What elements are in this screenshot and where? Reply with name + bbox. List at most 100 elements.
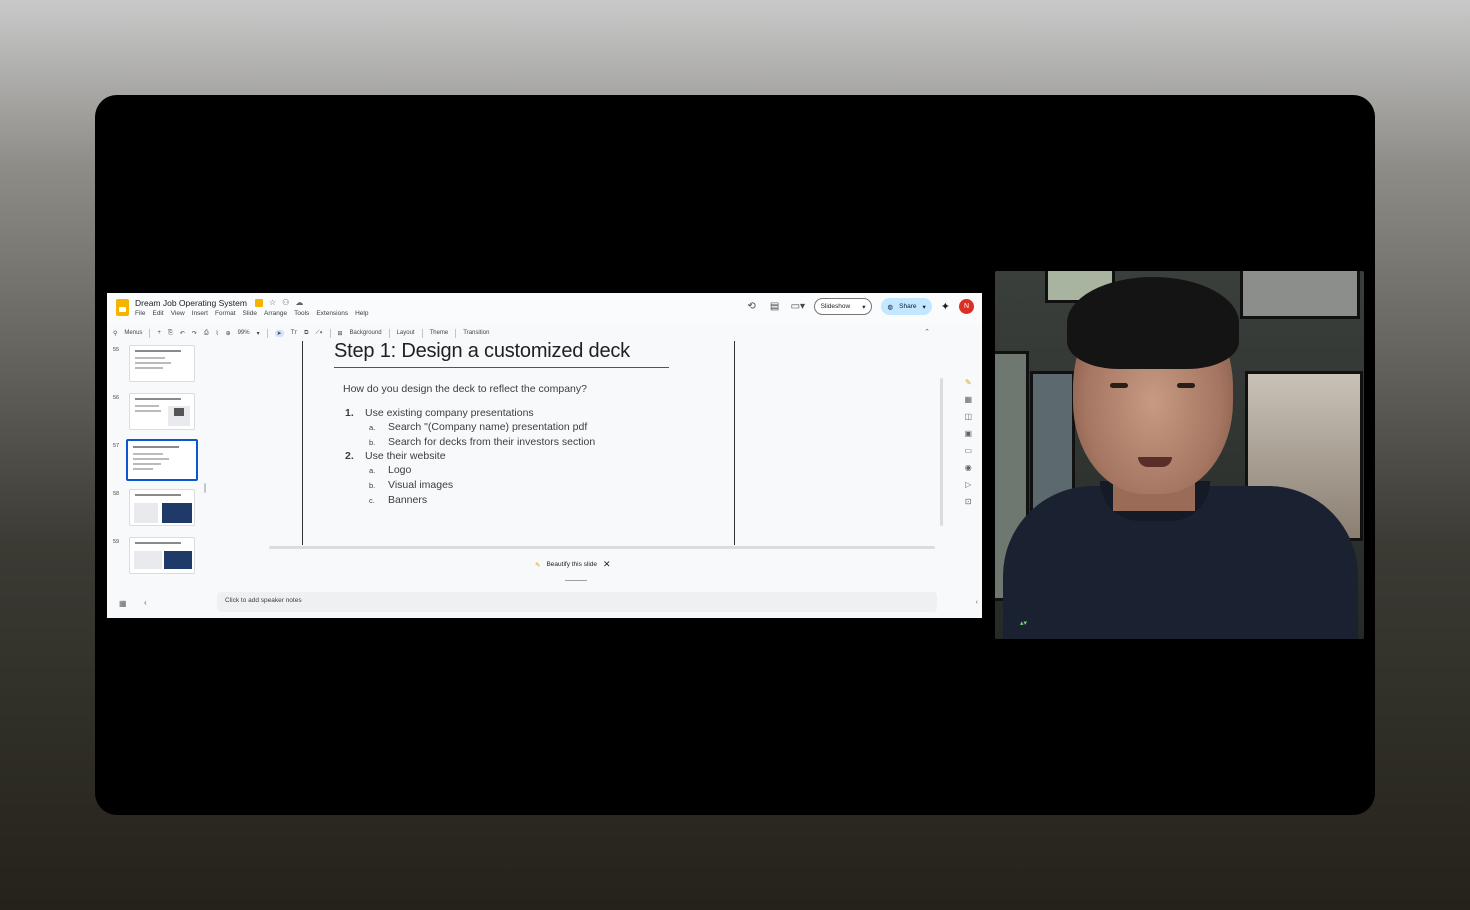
menu-arrange[interactable]: Arrange <box>264 310 287 317</box>
globe-icon: ◍ <box>887 303 894 311</box>
paint-format-icon[interactable]: ⌇ <box>216 330 219 337</box>
transition-button[interactable]: Transition <box>463 330 489 336</box>
new-slide-layout-icon[interactable]: ⎘ <box>168 330 173 337</box>
magic-pen-icon[interactable]: ✎ <box>965 378 972 387</box>
list-subitem[interactable]: b. Visual images <box>369 479 453 491</box>
document-title[interactable]: Dream Job Operating System <box>135 298 247 308</box>
slide-thumbnail[interactable] <box>129 489 195 526</box>
slide-thumbnail[interactable] <box>129 537 195 574</box>
zoom-icon[interactable]: ⊕ <box>226 330 231 337</box>
sub-text: Logo <box>388 464 412 476</box>
filmstrip-scrollbar[interactable] <box>204 483 206 493</box>
notes-placeholder: Click to add speaker notes <box>225 597 302 604</box>
share-button[interactable]: ◍ Share ▾ <box>881 298 932 315</box>
slides-logo-icon[interactable] <box>116 299 129 316</box>
list-subitem[interactable]: a. Search "(Company name) presentation pd… <box>369 421 587 433</box>
beautify-label: Beautify this slide <box>546 561 598 568</box>
menu-bar: File Edit View Insert Format Slide Arran… <box>135 310 368 317</box>
toolbar-divider <box>266 328 268 338</box>
list-subitem[interactable]: c. Banners <box>369 494 427 506</box>
slide-canvas: Step 1: Design a customized deck How do … <box>207 340 947 549</box>
menu-slide[interactable]: Slide <box>243 310 257 317</box>
line-icon[interactable]: ⟋▾ <box>315 330 322 337</box>
list-item[interactable]: 2. Use their website <box>345 450 446 462</box>
redo-icon[interactable]: ↷ <box>192 330 197 337</box>
avatar[interactable]: N <box>959 299 974 314</box>
search-icon[interactable]: ⚲ <box>113 330 117 337</box>
sub-letter: c. <box>369 496 375 505</box>
slideshow-button[interactable]: Slideshow ▾ <box>813 298 873 315</box>
list-subitem[interactable]: a. Logo <box>369 464 411 476</box>
beautify-chip[interactable]: ✎ Beautify this slide ✕ <box>535 559 611 570</box>
contacts-icon[interactable]: ▣ <box>964 429 972 438</box>
side-panel: ✎ ▦ ◫ ▣ ▭ ◉ ▷ ⊡ <box>964 378 972 506</box>
chevron-up-icon[interactable]: ⌃ <box>924 328 930 336</box>
menu-view[interactable]: View <box>171 310 185 317</box>
move-icon[interactable]: ⚇ <box>282 298 289 307</box>
speaker-notes[interactable]: Click to add speaker notes <box>217 592 937 612</box>
search-menus[interactable]: Menus <box>124 330 142 336</box>
select-cursor-icon[interactable]: ➤ <box>274 329 284 337</box>
text-box-icon[interactable]: Tт <box>291 330 297 336</box>
close-icon[interactable]: ✕ <box>603 559 611 570</box>
title-underline <box>334 367 669 368</box>
keep-icon[interactable]: ▦ <box>964 395 972 404</box>
vertical-scrollbar[interactable] <box>940 378 943 526</box>
slide-thumbnail-selected[interactable] <box>126 439 198 481</box>
slide-thumbnail[interactable] <box>129 345 195 382</box>
list-item[interactable]: 1. Use existing company presentations <box>345 407 534 419</box>
theme-button[interactable]: Theme <box>430 330 449 336</box>
chevron-left-icon[interactable]: ‹ <box>144 598 147 607</box>
chevron-down-icon[interactable]: ▾ <box>923 303 926 311</box>
zoom-level[interactable]: 99% <box>238 330 250 336</box>
new-slide-icon[interactable]: + <box>157 330 161 336</box>
sub-text: Banners <box>388 494 428 506</box>
add-on-icon[interactable]: ⊡ <box>965 497 972 506</box>
person-mouth <box>1138 457 1172 467</box>
sub-text: Visual images <box>388 479 454 491</box>
notes-resize-handle[interactable] <box>565 580 587 581</box>
present-icon[interactable]: ▷ <box>965 480 971 489</box>
gemini-spark-icon[interactable]: ✦ <box>941 300 950 313</box>
list-number: 1. <box>345 407 354 419</box>
layout-button[interactable]: Layout <box>397 330 415 336</box>
toolbar-divider <box>329 328 331 338</box>
history-icon[interactable]: ⟲ <box>745 301 759 312</box>
folder-icon[interactable]: ▭ <box>964 446 972 455</box>
menu-insert[interactable]: Insert <box>192 310 208 317</box>
meet-camera-icon[interactable]: ▭▾ <box>791 301 805 312</box>
person-eye <box>1110 383 1128 388</box>
comment-add-icon[interactable]: ⊞ <box>338 330 343 337</box>
menu-file[interactable]: File <box>135 310 145 317</box>
background-button[interactable]: Background <box>350 330 382 336</box>
menu-help[interactable]: Help <box>355 310 368 317</box>
slideshow-label: Slideshow <box>820 303 851 310</box>
slide[interactable]: Step 1: Design a customized deck How do … <box>302 340 735 545</box>
sparkle-pen-icon: ✎ <box>535 561 541 569</box>
menu-edit[interactable]: Edit <box>152 310 163 317</box>
comments-icon[interactable]: ▤ <box>768 301 782 312</box>
share-label: Share <box>899 303 917 310</box>
list-subitem[interactable]: b. Search for decks from their investors … <box>369 436 595 448</box>
menu-tools[interactable]: Tools <box>294 310 309 317</box>
chevron-right-icon[interactable]: ‹ <box>976 599 978 606</box>
grid-view-icon[interactable]: ▦ <box>119 599 127 608</box>
undo-icon[interactable]: ↶ <box>180 330 185 337</box>
star-icon[interactable]: ☆ <box>269 298 276 307</box>
sub-letter: a. <box>369 466 376 475</box>
print-icon[interactable]: ⎙ <box>204 330 209 337</box>
slides-badge-icon[interactable] <box>255 299 263 307</box>
cloud-icon[interactable]: ☁ <box>295 298 303 307</box>
menu-extensions[interactable]: Extensions <box>316 310 348 317</box>
slide-title[interactable]: Step 1: Design a customized deck <box>334 340 630 363</box>
chevron-down-icon[interactable]: ▾ <box>257 330 260 337</box>
thumb-number: 59 <box>113 539 120 545</box>
image-icon[interactable]: ⧉ <box>304 330 308 337</box>
slide-question[interactable]: How do you design the deck to reflect th… <box>343 383 587 395</box>
menu-format[interactable]: Format <box>215 310 236 317</box>
record-icon[interactable]: ◉ <box>965 463 972 472</box>
horizontal-scrollbar[interactable] <box>269 546 935 549</box>
chevron-down-icon[interactable]: ▾ <box>862 303 865 311</box>
tasks-icon[interactable]: ◫ <box>964 412 972 421</box>
slide-thumbnail[interactable] <box>129 393 195 430</box>
